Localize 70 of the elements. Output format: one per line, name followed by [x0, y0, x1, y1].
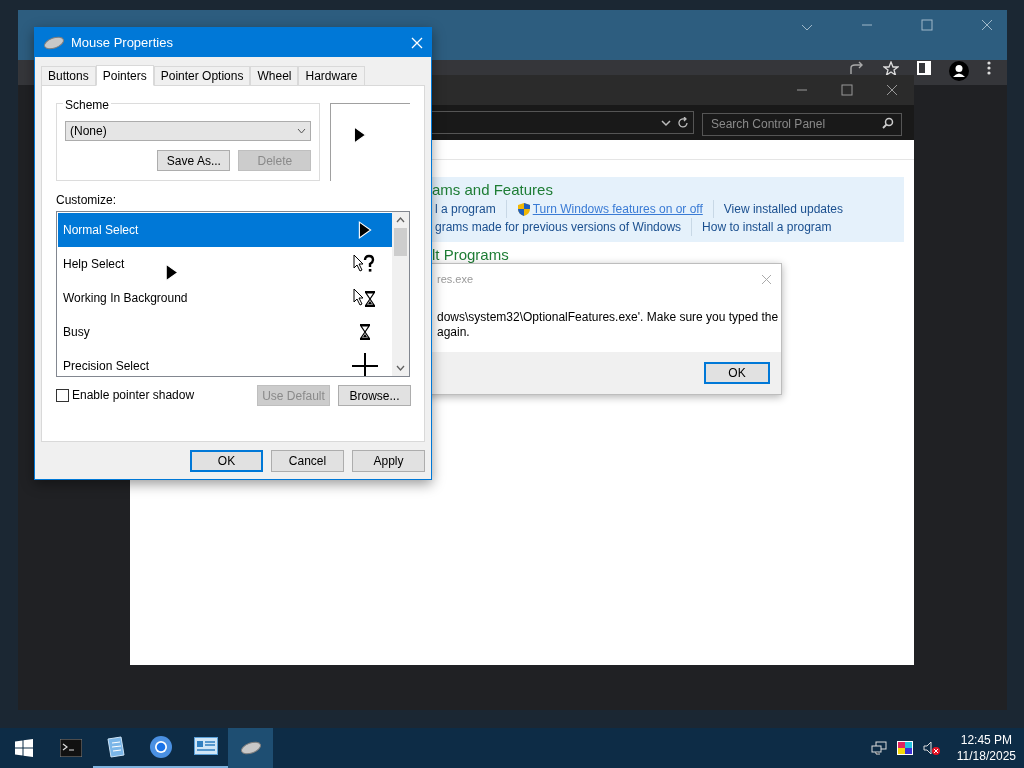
tab[interactable]: Hardware [298, 66, 365, 85]
link[interactable]: View installed updates [723, 200, 843, 218]
search-icon[interactable] [882, 117, 894, 129]
terminal-icon [59, 739, 82, 757]
profile-icon[interactable] [949, 61, 969, 81]
clock-date[interactable]: 11/18/2025 [956, 748, 1016, 764]
clock-time[interactable]: 12:45 PM [960, 732, 1013, 748]
link[interactable]: l a program [435, 200, 496, 218]
dropdown-icon[interactable] [661, 118, 671, 127]
link[interactable]: Turn Windows features on or off [532, 200, 703, 218]
pointer-list-item[interactable]: Busy [58, 315, 392, 349]
maximize-icon[interactable] [841, 84, 853, 96]
tab[interactable]: Wheel [250, 66, 299, 85]
tab[interactable]: Pointer Options [153, 66, 251, 85]
close-icon[interactable] [886, 84, 898, 96]
help-pointer-icon [353, 254, 377, 274]
error-message: again. [437, 325, 471, 340]
more-icon[interactable] [987, 61, 991, 75]
error-message: dows\system32\OptionalFeatures.exe'. Make sure you typed the [437, 310, 780, 325]
link[interactable]: grams made for previous versions of Windows [435, 218, 682, 236]
checkbox[interactable] [56, 388, 69, 402]
pointer-list-item[interactable]: Precision Select [58, 349, 392, 376]
mouse-icon [239, 741, 262, 755]
close-icon[interactable] [981, 19, 993, 31]
tab[interactable]: Pointers [95, 65, 154, 86]
pointer-list-item[interactable]: Help Select [58, 247, 392, 281]
link[interactable]: How to install a program [702, 218, 832, 236]
scroll-down-icon[interactable] [396, 365, 405, 371]
customize-label: Customize: [56, 193, 118, 207]
dialog-button[interactable]: Apply [352, 450, 425, 472]
arrow-pointer-icon [353, 125, 368, 144]
dialog-button[interactable]: OK [190, 450, 263, 472]
network-icon[interactable] [870, 741, 887, 755]
color-display-icon[interactable] [896, 741, 913, 755]
checkbox-label: Enable pointer shadow [72, 387, 195, 404]
mouse-cursor-icon [165, 263, 179, 282]
hourglass-icon [358, 321, 372, 343]
ok-button[interactable]: OK [704, 362, 770, 384]
window-title: Mouse Properties [71, 33, 174, 52]
shield-icon [516, 201, 531, 217]
scheme-button[interactable]: Save As... [157, 150, 231, 171]
scroll-up-icon[interactable] [396, 217, 405, 223]
pointer-list-item[interactable]: Working In Background [58, 281, 392, 315]
control-panel-icon [193, 737, 218, 757]
mouse-icon [43, 35, 65, 50]
tab[interactable]: Buttons [41, 66, 96, 85]
browser-icon [148, 735, 173, 759]
working-pointer-icon [353, 288, 377, 308]
star-icon[interactable] [883, 61, 899, 76]
scroll-thumb[interactable] [394, 228, 407, 256]
pointer-button[interactable]: Browse... [338, 385, 411, 406]
dropdown-icon [297, 128, 307, 134]
dialog-title: res.exe [437, 271, 474, 287]
volume-muted-icon[interactable] [922, 741, 941, 755]
windows-logo-icon [15, 739, 33, 757]
search-field[interactable]: Search Control Panel [702, 112, 902, 136]
section-heading[interactable]: ams and Features [432, 180, 904, 200]
dialog-button[interactable]: Cancel [271, 450, 344, 472]
pointer-list-item[interactable]: Normal Select [58, 213, 392, 247]
notepad-icon [105, 736, 126, 758]
refresh-icon[interactable] [677, 116, 689, 129]
crosshair-icon [352, 353, 378, 376]
side-panel-icon[interactable] [917, 61, 931, 75]
scheme-dropdown[interactable]: (None) [65, 121, 312, 141]
taskbar-app[interactable] [228, 728, 273, 768]
scrollbar[interactable] [392, 212, 409, 376]
maximize-icon[interactable] [921, 19, 933, 31]
arrow-pointer-icon [358, 221, 372, 239]
share-icon[interactable] [849, 61, 865, 75]
section-heading[interactable]: lt Programs [432, 245, 904, 265]
